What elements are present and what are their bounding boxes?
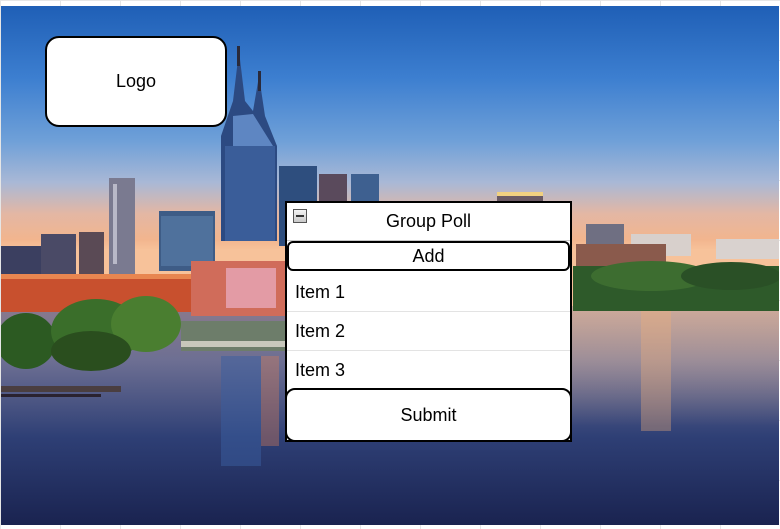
poll-item[interactable]: Item 1 — [287, 273, 570, 312]
poll-item-label: Item 1 — [295, 281, 346, 302]
submit-button-label: Submit — [400, 404, 457, 425]
minus-square-icon[interactable] — [293, 209, 307, 223]
poll-title: Group Poll — [385, 211, 472, 231]
logo-label: Logo — [115, 71, 157, 91]
poll-header: Group Poll — [287, 203, 570, 241]
poll-item-label: Item 2 — [295, 320, 346, 341]
add-button-label: Add — [412, 245, 445, 266]
poll-item[interactable]: Item 3 — [287, 351, 570, 390]
poll-item[interactable]: Item 2 — [287, 312, 570, 351]
poll-item-label: Item 3 — [295, 360, 346, 380]
add-button[interactable]: Add — [287, 241, 570, 271]
submit-button[interactable]: Submit — [285, 388, 572, 442]
logo: Logo — [45, 36, 227, 127]
poll-item-list: Item 1 Item 2 Item 3 — [287, 273, 570, 390]
group-poll-panel: Group Poll Add Item 1 Item 2 Item 3 Subm… — [285, 201, 572, 442]
